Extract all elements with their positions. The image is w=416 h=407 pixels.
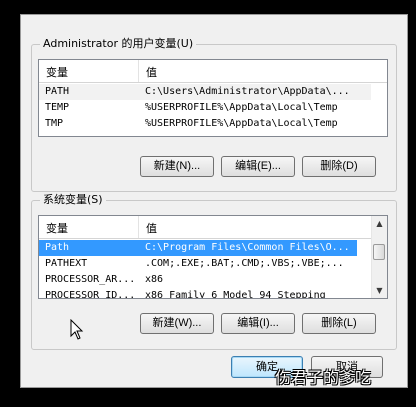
variable-name: PROCESSOR_AR... — [45, 274, 136, 285]
column-header-variable[interactable]: 变量 — [46, 64, 68, 80]
scroll-up-icon[interactable]: ▲ — [372, 216, 387, 231]
table-row[interactable]: TEMP %USERPROFILE%\AppData\Local\Temp — [39, 100, 387, 116]
table-row[interactable]: PATH C:\Users\Administrator\AppData\... — [39, 84, 371, 100]
table-row[interactable]: PATHEXT .COM;.EXE;.BAT;.CMD;.VBS;.VBE;..… — [39, 256, 373, 272]
variable-name: PROCESSOR_ID... — [45, 290, 136, 299]
system-new-button[interactable]: 新建(W)... — [140, 313, 214, 334]
column-header-value[interactable]: 值 — [146, 64, 157, 80]
column-header-variable[interactable]: 变量 — [46, 220, 68, 236]
user-delete-button[interactable]: 删除(D) — [302, 156, 376, 177]
variable-value: %USERPROFILE%\AppData\Local\Temp — [145, 118, 338, 129]
variable-value: x86 Family 6 Model 94 Stepping — [145, 290, 326, 299]
column-separator[interactable] — [138, 216, 139, 238]
variable-value: x86 — [145, 274, 164, 285]
column-header-value[interactable]: 值 — [146, 220, 157, 236]
variable-name: TEMP — [45, 102, 70, 113]
scroll-down-icon[interactable]: ▼ — [372, 283, 387, 298]
user-variables-title: Administrator 的用户变量(U) — [40, 37, 197, 51]
user-new-button[interactable]: 新建(N)... — [140, 156, 214, 177]
variable-value: C:\Users\Administrator\AppData\... — [145, 86, 350, 97]
system-edit-button[interactable]: 编辑(I)... — [221, 313, 295, 334]
table-row[interactable]: PROCESSOR_AR... x86 — [39, 272, 373, 288]
table-row-selected[interactable]: Path C:\Program Files\Common Files\O... — [39, 240, 357, 256]
variable-value: C:\Program Files\Common Files\O... — [145, 242, 350, 253]
user-variables-list[interactable]: 变量 值 PATH C:\Users\Administrator\AppData… — [38, 59, 388, 137]
table-row[interactable]: PROCESSOR_ID... x86 Family 6 Model 94 St… — [39, 288, 373, 299]
variable-value: %USERPROFILE%\AppData\Local\Temp — [145, 102, 338, 113]
variable-name: TMP — [45, 118, 64, 129]
user-variables-group: Administrator 的用户变量(U) 变量 值 PATH C:\User… — [31, 37, 397, 192]
table-row[interactable]: TMP %USERPROFILE%\AppData\Local\Temp — [39, 116, 387, 132]
system-delete-button[interactable]: 删除(L) — [302, 313, 376, 334]
user-edit-button[interactable]: 编辑(E)... — [221, 156, 295, 177]
variable-name: PATH — [45, 86, 70, 97]
variable-value: .COM;.EXE;.BAT;.CMD;.VBS;.VBE;... — [145, 258, 344, 269]
variable-name: PATHEXT — [45, 258, 88, 269]
list-header: 变量 值 — [39, 60, 387, 83]
list-header: 变量 值 — [39, 216, 372, 239]
system-variables-group: 系统变量(S) 变量 值 Path C:\Program Files\Commo… — [31, 193, 397, 350]
vertical-scrollbar[interactable]: ▲ ▼ — [371, 216, 387, 298]
variable-name: Path — [45, 242, 70, 253]
scroll-thumb[interactable] — [373, 244, 385, 260]
column-separator[interactable] — [138, 60, 139, 82]
watermark-text: 伤君子的爹吃 — [275, 368, 372, 387]
system-variables-list[interactable]: 变量 值 Path C:\Program Files\Common Files\… — [38, 215, 388, 299]
mouse-cursor-icon — [70, 319, 84, 340]
system-variables-title: 系统变量(S) — [40, 193, 106, 207]
